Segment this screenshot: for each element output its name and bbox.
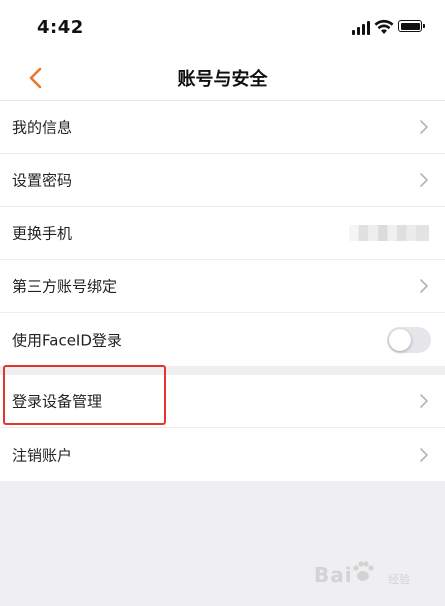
row-label: 第三方账号绑定 xyxy=(12,277,118,296)
paw-icon xyxy=(353,561,374,581)
status-time: 4:42 xyxy=(37,17,84,38)
row-label: 更换手机 xyxy=(12,224,73,243)
row-label: 登录设备管理 xyxy=(12,392,103,411)
wifi-icon xyxy=(374,19,394,34)
row-label: 我的信息 xyxy=(12,118,73,137)
row-login-device-management[interactable]: 登录设备管理 xyxy=(0,375,445,428)
watermark-text: Bai xyxy=(314,563,353,587)
row-label: 设置密码 xyxy=(12,171,73,190)
navigation-bar: 账号与安全 xyxy=(0,56,445,100)
settings-group-1: 我的信息 设置密码 更换手机 第三方账号绑定 使用FaceID登录 xyxy=(0,101,445,366)
chevron-right-icon xyxy=(420,173,428,187)
toggle-knob xyxy=(389,328,411,351)
status-bar: 4:42 xyxy=(0,0,445,56)
cellular-signal-icon xyxy=(352,21,372,35)
row-label: 注销账户 xyxy=(12,446,73,464)
chevron-right-icon xyxy=(420,447,428,462)
row-label: 使用FaceID登录 xyxy=(12,331,122,349)
settings-group-2: 登录设备管理 注销账户 xyxy=(0,375,445,481)
watermark-subtext: 经验 xyxy=(388,573,410,586)
row-my-info[interactable]: 我的信息 xyxy=(0,101,445,154)
chevron-right-icon xyxy=(420,279,428,293)
row-set-password[interactable]: 设置密码 xyxy=(0,154,445,207)
chevron-right-icon xyxy=(420,394,428,408)
row-faceid-login: 使用FaceID登录 xyxy=(0,313,445,366)
baidu-watermark: Bai 经验 xyxy=(314,555,424,595)
row-change-phone[interactable]: 更换手机 xyxy=(0,207,445,260)
faceid-toggle[interactable] xyxy=(387,326,431,353)
row-third-party-binding[interactable]: 第三方账号绑定 xyxy=(0,260,445,313)
battery-icon xyxy=(398,20,425,32)
page-title: 账号与安全 xyxy=(177,69,268,90)
blurred-phone-number xyxy=(349,225,429,241)
chevron-right-icon xyxy=(420,120,428,134)
row-cancel-account[interactable]: 注销账户 xyxy=(0,428,445,481)
